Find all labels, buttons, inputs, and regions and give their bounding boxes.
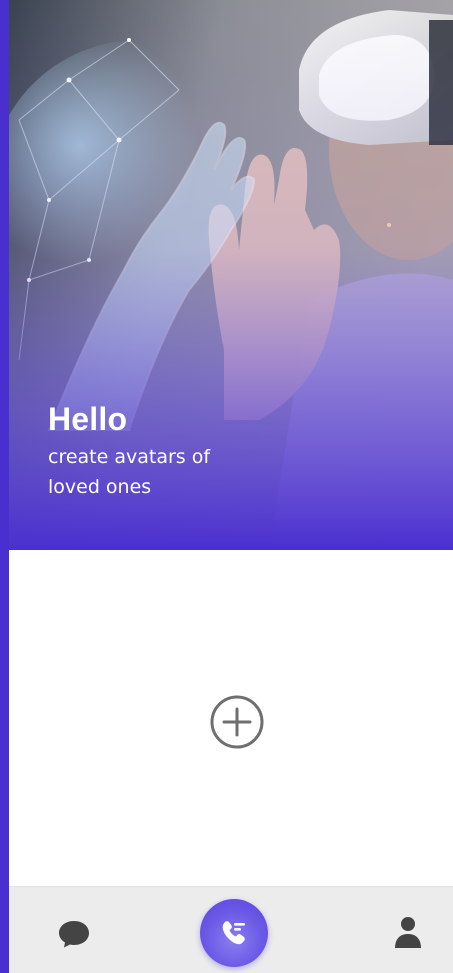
add-avatar-button[interactable]	[210, 695, 264, 749]
nav-profile-button[interactable]	[393, 915, 423, 949]
app-screen: Hello create avatars of loved ones	[9, 0, 453, 973]
bottom-navigation	[9, 886, 453, 973]
hero-subtitle: create avatars of loved ones	[48, 446, 211, 498]
chat-bubble-icon	[59, 921, 89, 948]
plus-circle-icon	[210, 695, 264, 749]
hero-banner: Hello create avatars of loved ones	[9, 0, 453, 550]
hero-text-block: Hello create avatars of loved ones	[48, 400, 238, 502]
nav-call-button[interactable]	[200, 899, 268, 967]
person-icon	[395, 917, 421, 948]
hero-title: Hello	[48, 401, 128, 437]
nav-chat-button[interactable]	[57, 919, 91, 949]
phone-call-icon	[222, 921, 245, 945]
